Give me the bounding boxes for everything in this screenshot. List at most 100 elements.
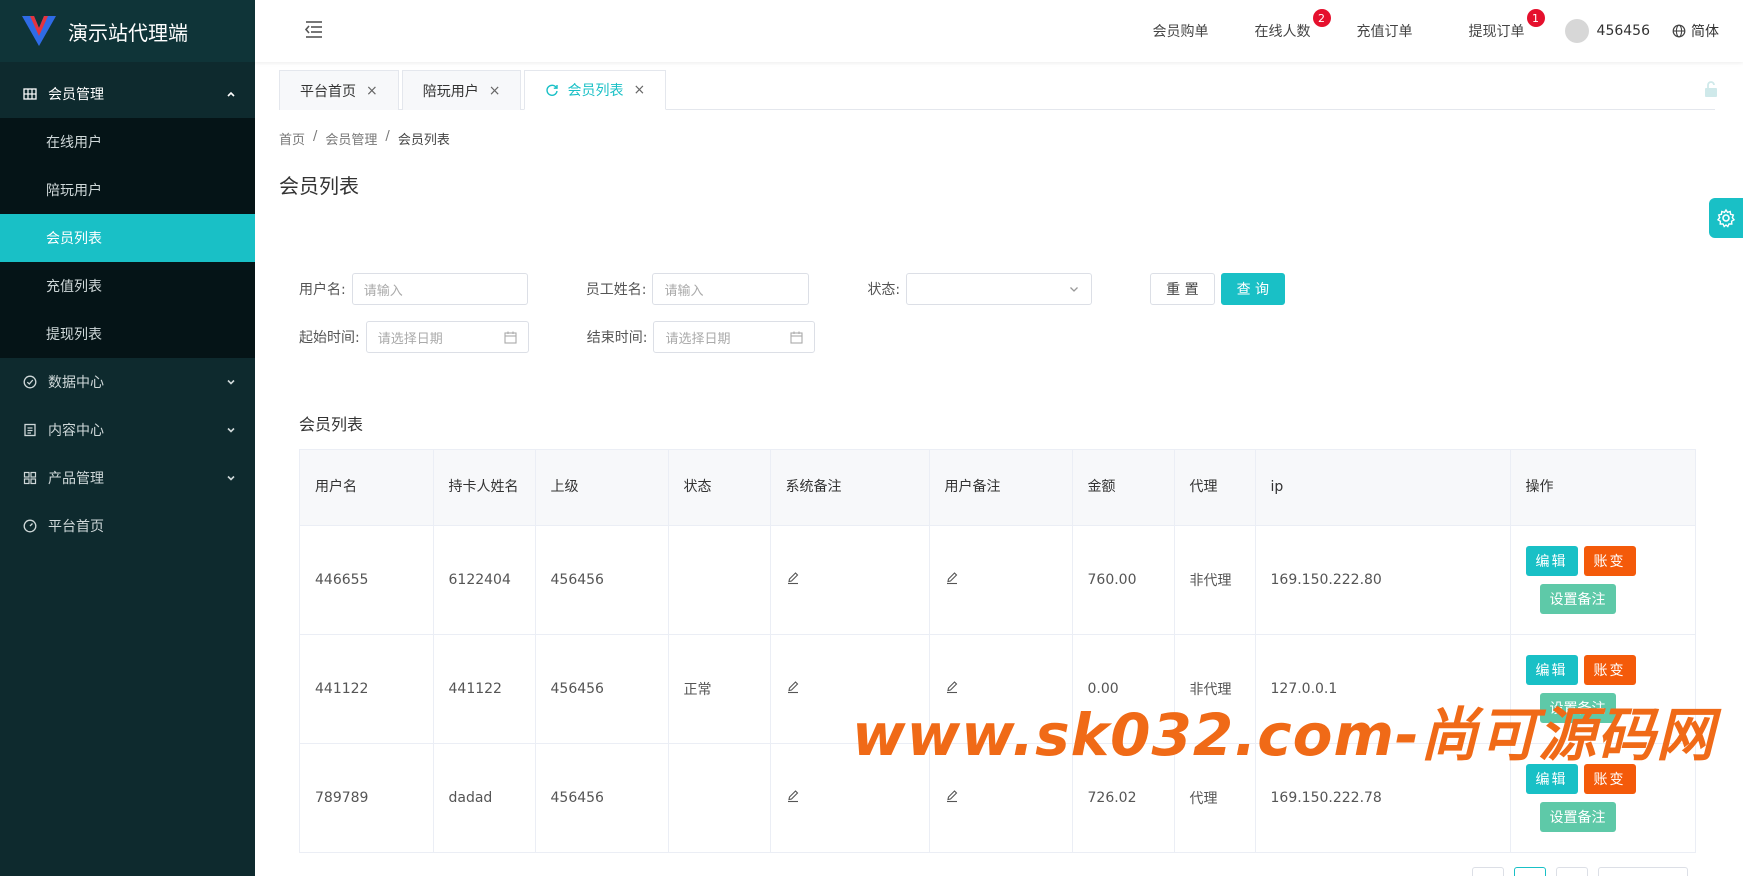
cell-status: 正常 xyxy=(668,634,771,744)
app-logo[interactable]: 演示站代理端 xyxy=(0,0,255,62)
close-icon[interactable]: × xyxy=(489,83,501,99)
cell-username: 441122 xyxy=(300,634,434,744)
menu-group-data-center[interactable]: 数据中心 xyxy=(0,358,255,406)
start-date-picker[interactable]: 请选择日期 xyxy=(365,321,529,353)
tab-label: 平台首页 xyxy=(300,83,356,100)
collapse-menu-icon[interactable] xyxy=(302,18,324,40)
withdraw-orders-badge: 1 xyxy=(1526,9,1545,27)
column-header: 状态 xyxy=(668,450,771,526)
menu-group-label: 会员管理 xyxy=(48,87,104,103)
dashboard-icon xyxy=(22,518,38,534)
menu-group-label: 内容中心 xyxy=(48,423,104,439)
cell-username: 789789 xyxy=(300,743,434,852)
cell-agent: 非代理 xyxy=(1174,525,1256,635)
chevron-down-icon xyxy=(1070,287,1079,292)
cell-status xyxy=(668,743,771,852)
set-note-button[interactable]: 设置备注 xyxy=(1539,801,1616,832)
edit-pencil-icon[interactable] xyxy=(786,571,800,585)
edit-pencil-icon[interactable] xyxy=(945,571,959,585)
cell-cardholder: dadad xyxy=(433,743,536,852)
online-count-badge: 2 xyxy=(1312,9,1331,27)
sidebar-item-companion-users[interactable]: 陪玩用户 xyxy=(0,166,255,214)
edit-button[interactable]: 编辑 xyxy=(1525,545,1578,576)
lock-icon[interactable] xyxy=(1703,80,1719,98)
filter-row-2: 起始时间: 请选择日期 结束时间: 请选择日期 xyxy=(299,321,816,353)
tab-member-list[interactable]: 会员列表 × xyxy=(524,70,667,110)
user-menu[interactable]: 456456 xyxy=(1564,19,1650,43)
prev-page-button[interactable] xyxy=(1472,867,1504,876)
edit-pencil-icon[interactable] xyxy=(786,680,800,694)
cell-amount: 760.00 xyxy=(1072,525,1175,635)
menu-group-label: 数据中心 xyxy=(48,375,104,391)
page-button-current[interactable] xyxy=(1514,867,1546,876)
chevron-up-icon xyxy=(227,91,235,97)
column-header: 持卡人姓名 xyxy=(433,450,536,526)
sidebar-item-withdraw-list[interactable]: 提现列表 xyxy=(0,310,255,358)
set-note-button[interactable]: 设置备注 xyxy=(1539,583,1616,614)
breadcrumb-section[interactable]: 会员管理 xyxy=(325,129,377,148)
chevron-down-icon xyxy=(227,427,235,433)
sidebar-item-label: 会员列表 xyxy=(46,231,102,247)
chevron-down-icon xyxy=(227,475,235,481)
column-header: 系统备注 xyxy=(770,450,930,526)
edit-pencil-icon[interactable] xyxy=(945,789,959,803)
breadcrumb-current: 会员列表 xyxy=(397,133,450,148)
menu-group-product-management[interactable]: 产品管理 xyxy=(0,454,255,502)
end-date-placeholder: 请选择日期 xyxy=(665,331,731,347)
username-input[interactable]: 请输入 xyxy=(351,273,528,305)
sidebar-item-online-users[interactable]: 在线用户 xyxy=(0,118,255,166)
close-icon[interactable]: × xyxy=(366,83,378,99)
balance-change-button[interactable]: 账变 xyxy=(1583,545,1636,576)
cell-parent: 456456 xyxy=(535,743,669,852)
column-header: 上级 xyxy=(535,450,669,526)
status-select[interactable] xyxy=(906,273,1093,305)
start-date-placeholder: 请选择日期 xyxy=(377,331,443,347)
language-switch[interactable]: 简体 xyxy=(1672,21,1719,41)
end-time-filter-label: 结束时间: xyxy=(586,330,648,346)
breadcrumb-separator: / xyxy=(313,129,318,144)
cell-username: 446655 xyxy=(300,525,434,635)
avatar xyxy=(1564,19,1589,43)
cell-cardholder: 6122404 xyxy=(433,525,536,635)
withdraw-orders-link[interactable]: 提现订单 1 xyxy=(1469,9,1545,41)
cell-parent: 456456 xyxy=(535,525,669,635)
breadcrumb-home[interactable]: 首页 xyxy=(279,129,305,148)
menu-group-content-center[interactable]: 内容中心 xyxy=(0,406,255,454)
next-page-button[interactable] xyxy=(1556,867,1588,876)
sidebar: 演示站代理端 会员管理 在线用户 陪玩用户 会员列表 充值列表 提现列表 数据中… xyxy=(0,0,255,876)
search-button-label: 查 询 xyxy=(1236,282,1270,298)
member-table: 用户名 持卡人姓名 上级 状态 系统备注 用户备注 金额 代理 ip 操作 44… xyxy=(299,449,1696,853)
page-size-select[interactable] xyxy=(1598,867,1688,876)
edit-pencil-icon[interactable] xyxy=(786,789,800,803)
sidebar-item-recharge-list[interactable]: 充值列表 xyxy=(0,262,255,310)
menu-group-member-management[interactable]: 会员管理 xyxy=(0,70,255,118)
tab-platform-home[interactable]: 平台首页 × xyxy=(279,70,399,110)
recharge-orders-link[interactable]: 充值订单 xyxy=(1357,21,1413,41)
menu-group-label: 产品管理 xyxy=(48,471,104,487)
member-orders-link[interactable]: 会员购单 xyxy=(1153,21,1209,41)
staff-name-input[interactable]: 请输入 xyxy=(652,273,810,305)
online-count-link[interactable]: 在线人数 2 xyxy=(1255,9,1331,41)
tab-companion-users[interactable]: 陪玩用户 × xyxy=(401,70,522,110)
sidebar-item-label: 提现列表 xyxy=(46,327,102,343)
staff-name-placeholder: 请输入 xyxy=(664,283,704,299)
search-button[interactable]: 查 询 xyxy=(1220,273,1286,305)
cell-user-note xyxy=(929,525,1073,635)
edit-button[interactable]: 编辑 xyxy=(1525,654,1578,685)
table-row: 446655 6122404 456456 760.00 非代理 169.150… xyxy=(300,525,1695,635)
sidebar-item-platform-home[interactable]: 平台首页 xyxy=(0,502,255,550)
column-header: 用户名 xyxy=(300,450,434,526)
sidebar-item-label: 充值列表 xyxy=(46,279,102,295)
close-icon[interactable]: × xyxy=(633,82,645,98)
end-date-picker[interactable]: 请选择日期 xyxy=(653,321,816,353)
grid-icon xyxy=(22,86,38,102)
reset-button[interactable]: 重 置 xyxy=(1150,273,1215,305)
start-time-filter-label: 起始时间: xyxy=(299,330,360,346)
settings-button[interactable] xyxy=(1709,198,1743,238)
cell-parent: 456456 xyxy=(535,634,669,744)
gear-icon xyxy=(1716,208,1736,228)
watermark-text: www.sk032.com-尚可源码网 xyxy=(852,701,1716,769)
sidebar-item-member-list[interactable]: 会员列表 xyxy=(0,214,255,262)
top-header: 会员购单 在线人数 2 充值订单 提现订单 1 456456 简体 xyxy=(255,0,1743,62)
balance-change-button[interactable]: 账变 xyxy=(1583,654,1636,685)
